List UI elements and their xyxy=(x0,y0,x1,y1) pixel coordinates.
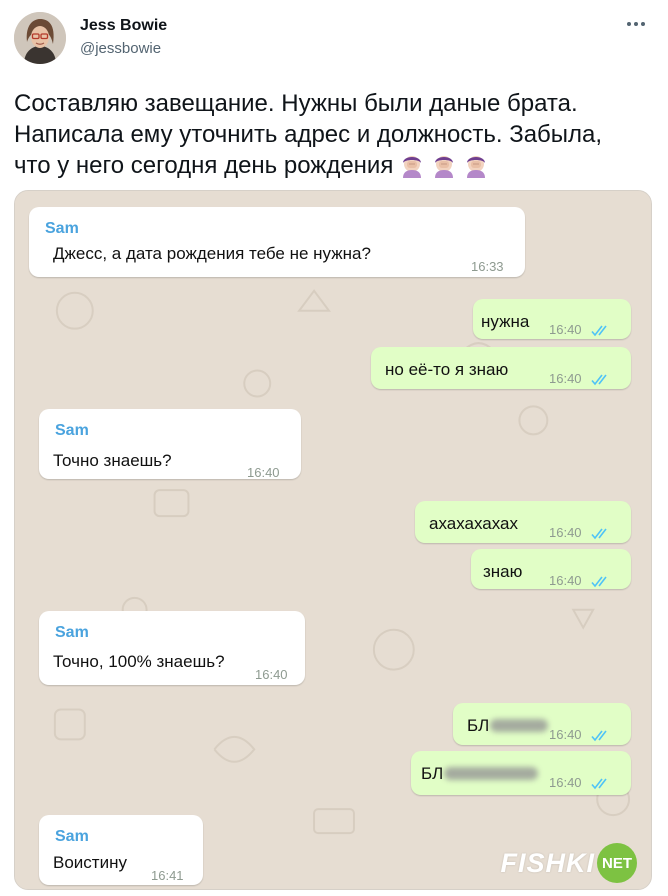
message-sender-name: Sam xyxy=(45,220,79,237)
message-sender-name: Sam xyxy=(55,422,89,439)
incoming-message-bubble[interactable]: Sam Джесс, а дата рождения тебе не нужна?… xyxy=(29,207,525,277)
author-handle[interactable]: @jessbowie xyxy=(80,40,161,57)
message-text-content: БЛ xyxy=(421,764,444,783)
message-text: нужна xyxy=(481,312,529,332)
message-timestamp: 16:40 xyxy=(549,727,582,742)
watermark-badge: NET xyxy=(597,843,637,883)
outgoing-message-bubble[interactable]: но её-то я знаю 16:40 xyxy=(371,347,631,389)
read-receipt-icon xyxy=(591,527,613,540)
tweet-text: Составляю завещание. Нужны были даные бр… xyxy=(14,88,654,186)
message-text: но её-то я знаю xyxy=(385,360,508,380)
incoming-message-bubble[interactable]: Sam Точно знаешь? 16:40 xyxy=(39,409,301,480)
fishki-watermark: FISHKI NET xyxy=(500,843,637,883)
message-text-content: нужна xyxy=(481,312,530,331)
outgoing-message-bubble[interactable]: БЛ 16:40 xyxy=(453,703,631,745)
message-text-content: БЛ xyxy=(467,716,490,735)
outgoing-message-bubble[interactable]: нужна 16:40 xyxy=(473,299,631,339)
message-text-content: Точно знаешь? xyxy=(53,451,172,470)
author-display-name[interactable]: Jess Bowie xyxy=(80,17,167,35)
message-timestamp: 16:40 xyxy=(247,465,280,480)
message-timestamp: 16:40 xyxy=(549,371,582,386)
message-text-content: Воистину xyxy=(53,853,127,872)
tweet-body: Составляю завещание. Нужны были даные бр… xyxy=(14,90,603,179)
message-timestamp: 16:40 xyxy=(549,775,582,790)
censor-blur xyxy=(444,767,539,780)
message-timestamp: 16:40 xyxy=(549,573,582,588)
message-text: БЛ xyxy=(421,764,539,784)
message-sender-name: Sam xyxy=(55,624,89,641)
outgoing-message-bubble[interactable]: знаю 16:40 xyxy=(471,549,631,589)
message-text: Джесс, а дата рождения тебе не нужна? xyxy=(53,244,371,264)
facepalm-icon xyxy=(399,152,425,186)
read-receipt-icon xyxy=(591,324,613,337)
message-text-content: но её-то я знаю xyxy=(385,360,509,379)
facepalm-icon xyxy=(431,152,457,186)
censor-blur xyxy=(490,719,549,732)
message-text: Точно, 100% знаешь? xyxy=(53,652,225,672)
message-text-content: Джесс, а дата рождения тебе не нужна? xyxy=(53,244,371,263)
read-receipt-icon xyxy=(591,373,613,386)
read-receipt-icon xyxy=(591,575,613,588)
watermark-brand: FISHKI xyxy=(500,847,595,878)
author-avatar[interactable] xyxy=(14,12,66,64)
message-timestamp: 16:33 xyxy=(471,259,504,274)
message-text-content: знаю xyxy=(483,562,523,581)
message-text: Точно знаешь? xyxy=(53,451,172,471)
incoming-message-bubble[interactable]: Sam Точно, 100% знаешь? 16:40 xyxy=(39,611,305,685)
read-receipt-icon xyxy=(591,729,613,742)
message-text: ахахахахах xyxy=(429,514,518,534)
message-timestamp: 16:40 xyxy=(255,667,288,682)
tweet-header: Jess Bowie @jessbowie xyxy=(14,10,654,70)
message-sender-name: Sam xyxy=(55,828,89,845)
outgoing-message-bubble[interactable]: ахахахахах 16:40 xyxy=(415,501,631,543)
message-text: БЛ xyxy=(467,716,549,736)
message-timestamp: 16:40 xyxy=(549,322,582,337)
tweet-emoji-row xyxy=(393,152,489,179)
chat-screenshot: Sam Джесс, а дата рождения тебе не нужна?… xyxy=(14,190,652,890)
facepalm-icon xyxy=(463,152,489,186)
outgoing-message-bubble[interactable]: БЛ 16:40 xyxy=(411,751,631,795)
message-text-content: ахахахахах xyxy=(429,514,519,533)
read-receipt-icon xyxy=(591,777,613,790)
message-text: знаю xyxy=(483,562,522,582)
message-text-content: Точно, 100% знаешь? xyxy=(53,652,225,671)
message-timestamp: 16:41 xyxy=(151,868,184,883)
message-timestamp: 16:40 xyxy=(549,525,582,540)
incoming-message-bubble[interactable]: Sam Воистину 16:41 xyxy=(39,815,203,885)
message-text: Воистину xyxy=(53,853,127,873)
more-options-icon[interactable] xyxy=(624,16,648,32)
